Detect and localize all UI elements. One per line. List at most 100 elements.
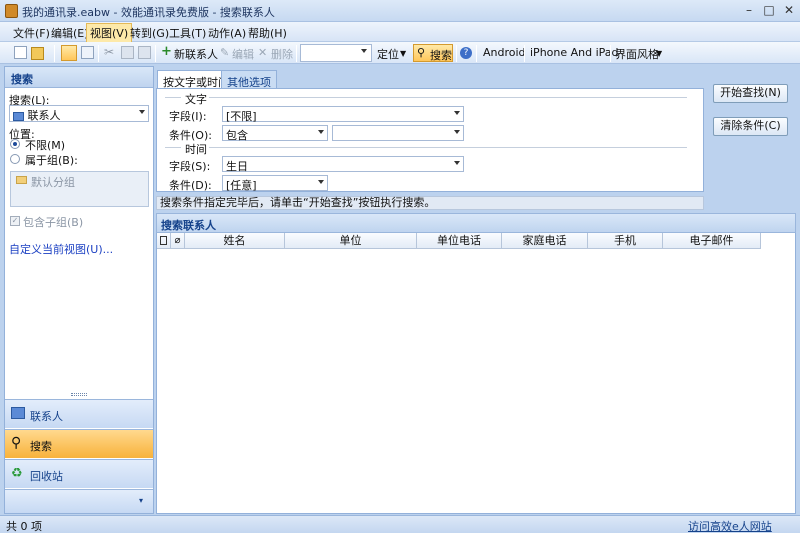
cut-icon[interactable]: ✂	[104, 46, 117, 59]
close-button[interactable]: ✕	[780, 3, 798, 18]
paste-icon[interactable]	[138, 46, 151, 59]
search-hint: 搜索条件指定完毕后，请单击“开始查找”按钮执行搜索。	[156, 196, 704, 210]
col-company[interactable]: 单位	[285, 233, 417, 249]
criteria-panel: 文字 字段(I): [不限] 条件(O): 包含 时间 字段(S): 生日 条件…	[156, 88, 704, 192]
edit-button[interactable]: 编辑	[232, 46, 254, 61]
contacts-icon	[11, 407, 25, 419]
time-condition-combo[interactable]: [任意]	[222, 175, 328, 192]
recycle-icon: ♻	[11, 466, 23, 481]
time-field-combo[interactable]: 生日	[222, 156, 464, 173]
field-combo[interactable]: [不限]	[222, 106, 464, 123]
time-condition-value: [任意]	[226, 179, 257, 192]
menu-view[interactable]: 视图(V)	[86, 23, 133, 43]
any-radio[interactable]	[10, 139, 20, 149]
search-pane: 按文字或时间 其他选项 文字 字段(I): [不限] 条件(O): 包含 时间 …	[156, 66, 796, 514]
android-button[interactable]: Android	[483, 46, 526, 61]
group-radio[interactable]	[10, 154, 20, 164]
col-mobile[interactable]: 手机	[588, 233, 663, 249]
col-email[interactable]: 电子邮件	[663, 233, 761, 249]
menu-actions[interactable]: 动作(A)	[208, 25, 246, 41]
any-radio-label: 不限(M)	[25, 139, 66, 152]
clear-criteria-button[interactable]: 清除条件(C)	[713, 117, 788, 136]
minimize-button[interactable]: –	[740, 3, 758, 18]
nav-more[interactable]: ▾	[5, 489, 153, 513]
time-field-value: 生日	[226, 160, 248, 173]
delete-button[interactable]: 删除	[271, 46, 293, 61]
print-icon[interactable]	[61, 45, 77, 61]
search-button-label: 搜索	[430, 49, 452, 62]
col-name[interactable]: 姓名	[185, 233, 285, 249]
new-file-icon[interactable]	[14, 46, 27, 59]
open-folder-icon[interactable]	[31, 47, 44, 60]
nav-recycle[interactable]: ♻ 回收站	[5, 459, 153, 488]
left-pane-header: 搜索	[5, 67, 153, 88]
default-group-item: 默认分组	[31, 176, 75, 189]
website-link[interactable]: 访问高效e人网站	[688, 518, 772, 533]
condition-combo[interactable]: 包含	[222, 125, 328, 142]
time-section-label: 时间	[185, 143, 207, 156]
nav-contacts-label: 联系人	[30, 410, 63, 423]
locate-combo[interactable]	[300, 44, 372, 62]
menu-help[interactable]: 帮助(H)	[248, 25, 287, 41]
col-work-phone[interactable]: 单位电话	[417, 233, 502, 249]
condition-value: 包含	[226, 129, 248, 142]
include-subgroup-checkbox[interactable]: ✓	[10, 216, 20, 226]
paperclip-icon: ⌀	[174, 235, 181, 246]
splitter-grip[interactable]	[71, 393, 87, 396]
col-attachment-icon[interactable]: ⌀	[171, 233, 185, 249]
chevron-down-icon	[361, 49, 367, 53]
help-icon[interactable]: ?	[460, 47, 472, 59]
search-icon: ⚲	[417, 46, 426, 59]
iphone-button[interactable]: iPhone And iPad	[530, 46, 619, 61]
preview-icon[interactable]	[81, 46, 94, 59]
skin-button[interactable]: 界面风格	[615, 46, 659, 61]
maximize-button[interactable]: □	[760, 3, 778, 18]
field-value: [不限]	[226, 110, 257, 123]
customize-view-link[interactable]: 自定义当前视图(U)...	[9, 241, 113, 257]
search-button[interactable]: ⚲ 搜索	[413, 44, 453, 62]
contact-card-icon	[13, 111, 24, 121]
time-condition-label: 条件(D):	[169, 179, 212, 192]
search-type-combo[interactable]: 联系人	[9, 105, 149, 122]
status-bar: 共 0 项 访问高效e人网站	[0, 515, 800, 533]
skin-dropdown-icon: ▼	[656, 49, 663, 58]
nav-recycle-label: 回收站	[30, 470, 63, 483]
new-contact-button[interactable]: 新联系人	[174, 46, 218, 61]
window-title: 我的通讯录.eabw - 效能通讯录免费版 - 搜索联系人	[22, 6, 275, 19]
results-grid[interactable]: ⌀ 姓名 单位 单位电话 家庭电话 手机 电子邮件	[156, 233, 796, 514]
menu-goto[interactable]: 转到(G)	[130, 25, 169, 41]
left-pane: 搜索 搜索(L): 联系人 位置: 不限(M) 属于组(B): 默认分组 ✓ 包…	[4, 66, 154, 514]
document-icon	[160, 236, 167, 245]
dropdown-arrow-icon: ▼	[400, 49, 407, 58]
item-count: 共 0 项	[6, 520, 42, 533]
copy-icon[interactable]	[121, 46, 134, 59]
col-doc-icon[interactable]	[157, 233, 171, 249]
tab-other-options[interactable]: 其他选项	[221, 70, 277, 89]
menu-tools[interactable]: 工具(T)	[169, 25, 206, 41]
condition-text-combo[interactable]	[332, 125, 464, 141]
locate-button[interactable]: 定位	[377, 46, 399, 61]
delete-icon: ✕	[258, 46, 268, 59]
field-label: 字段(I):	[169, 110, 207, 123]
results-header: 搜索联系人	[156, 213, 796, 233]
plus-icon: +	[161, 44, 172, 59]
magnifier-icon: ⚲	[11, 435, 22, 451]
nav-search-label: 搜索	[30, 440, 52, 453]
time-field-label: 字段(S):	[169, 160, 211, 173]
start-search-button[interactable]: 开始查找(N)	[713, 84, 788, 103]
app-icon	[5, 4, 18, 18]
nav-contacts[interactable]: 联系人	[5, 399, 153, 428]
title-bar: 我的通讯录.eabw - 效能通讯录免费版 - 搜索联系人 – □ ✕	[0, 0, 800, 22]
pencil-icon: ✎	[220, 46, 230, 59]
text-section-label: 文字	[185, 93, 207, 106]
menu-file[interactable]: 文件(F)	[13, 25, 50, 41]
search-type-value: 联系人	[27, 109, 61, 122]
col-home-phone[interactable]: 家庭电话	[502, 233, 588, 249]
menu-edit[interactable]: 编辑(E)	[51, 25, 89, 41]
group-radio-label: 属于组(B):	[25, 154, 78, 167]
nav-search[interactable]: ⚲ 搜索	[5, 429, 153, 458]
group-list[interactable]: 默认分组	[10, 171, 149, 207]
include-subgroup-label: 包含子组(B)	[23, 216, 84, 229]
menu-bar: 文件(F) 编辑(E) 视图(V) 转到(G) 工具(T) 动作(A) 帮助(H…	[0, 22, 800, 43]
toolbar: ✂ + 新联系人 ✎ 编辑 ✕ 删除 定位 ▼ ⚲ 搜索 ? Android i…	[0, 42, 800, 64]
